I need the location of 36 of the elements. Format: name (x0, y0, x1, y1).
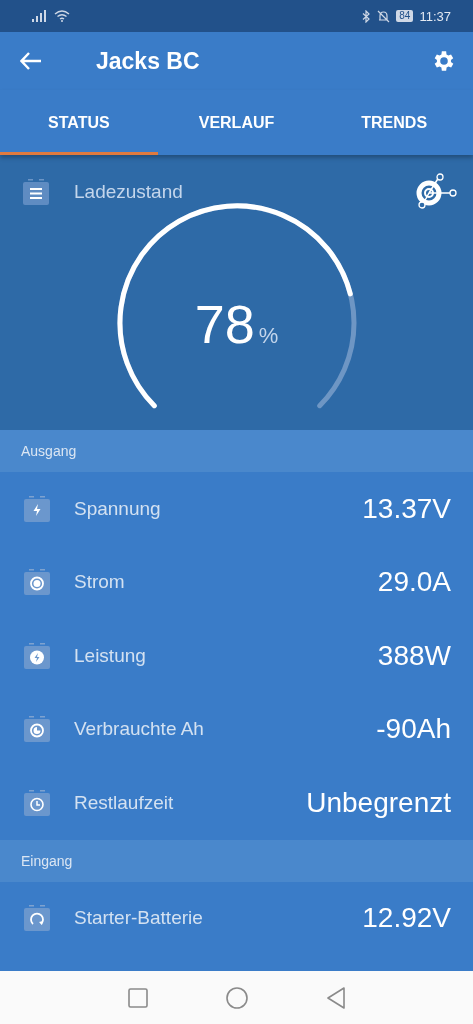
section-title: Eingang (21, 852, 73, 869)
signal-icon (32, 10, 48, 22)
section-title: Ausgang (21, 443, 77, 459)
target-icon (24, 569, 50, 596)
metric-value: -90Ah (376, 713, 451, 746)
metric-label: Verbrauchte Ah (74, 718, 205, 741)
cycle-icon (24, 905, 50, 932)
metric-value: 12.92V (362, 902, 451, 935)
tab[interactable]: VERLAUF (157, 90, 316, 155)
metric-label: Restlaufzeit (74, 791, 175, 814)
metric-value: 13.37V (362, 492, 451, 525)
metric-value: Unbegrenzt (306, 786, 451, 819)
recents-button[interactable] (127, 987, 148, 1008)
clock-time: 11:37 (419, 8, 451, 24)
back-nav-button[interactable] (325, 986, 346, 1009)
tab[interactable]: TRENDS (315, 90, 473, 155)
network-icon[interactable] (415, 173, 459, 211)
wifi-icon (54, 10, 70, 22)
metric-value: 388W (377, 639, 451, 672)
gauge-label: Ladezustand (74, 181, 184, 203)
battery-level: 84 (396, 10, 414, 22)
bell-off-icon (377, 9, 391, 23)
back-button[interactable] (18, 50, 44, 72)
bolt-icon (24, 495, 50, 522)
metric-label: Starter-Batterie (74, 907, 204, 930)
power-icon (24, 642, 50, 669)
metric-label: Leistung (74, 644, 147, 667)
home-button[interactable] (225, 986, 248, 1009)
list-icon (23, 179, 49, 205)
metric-value: 29.0A (377, 566, 451, 599)
screen-title: Jacks BC (96, 47, 201, 75)
metric-label: Spannung (74, 497, 162, 520)
pie-icon (24, 716, 50, 743)
metric-label: Strom (74, 571, 126, 594)
bluetooth-icon (362, 9, 372, 23)
clock-icon (24, 789, 50, 816)
